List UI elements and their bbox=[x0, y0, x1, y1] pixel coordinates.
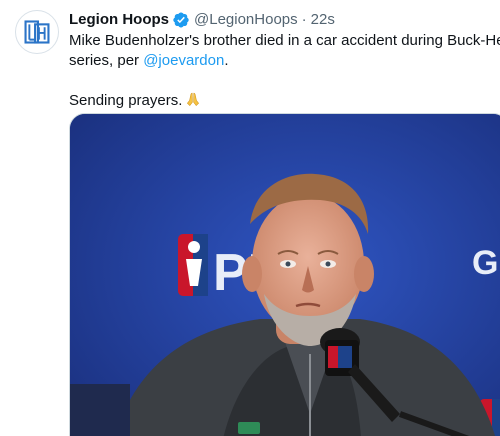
line-break bbox=[69, 71, 494, 91]
nba-logo-icon bbox=[178, 234, 208, 296]
tweet-text-line-3: Sending prayers. bbox=[69, 91, 494, 111]
tweet-text-line-2-prefix: series, per bbox=[69, 52, 144, 69]
press-conference-photo: PL G bbox=[70, 114, 500, 436]
tweet-text: Mike Budenholzer's brother died in a car… bbox=[69, 31, 500, 111]
tweet[interactable]: Legion Hoops @LegionHoops · 22s Mike Bud… bbox=[0, 0, 500, 436]
mention-link[interactable]: @joevardon bbox=[143, 52, 224, 69]
backdrop-text-right: G bbox=[472, 244, 498, 282]
avatar[interactable] bbox=[15, 10, 59, 54]
tweet-text-line-1: Mike Budenholzer's brother died in a car… bbox=[69, 32, 500, 49]
legion-hoops-logo-icon bbox=[16, 11, 58, 53]
handle[interactable]: @LegionHoops bbox=[194, 10, 298, 30]
timestamp[interactable]: 22s bbox=[311, 10, 335, 30]
tweet-photo[interactable]: PL G bbox=[69, 113, 500, 436]
tweet-text-line-3-text: Sending prayers. bbox=[69, 92, 183, 109]
display-name[interactable]: Legion Hoops bbox=[69, 10, 169, 30]
tweet-text-line-2: series, per @joevardon. bbox=[69, 51, 494, 71]
separator-dot: · bbox=[301, 11, 307, 28]
tweet-text-line-2-suffix: . bbox=[224, 52, 229, 69]
folded-hands-emoji-icon bbox=[185, 91, 201, 107]
tweet-header: Legion Hoops @LegionHoops · 22s bbox=[69, 10, 335, 30]
verified-badge-icon bbox=[172, 11, 190, 29]
